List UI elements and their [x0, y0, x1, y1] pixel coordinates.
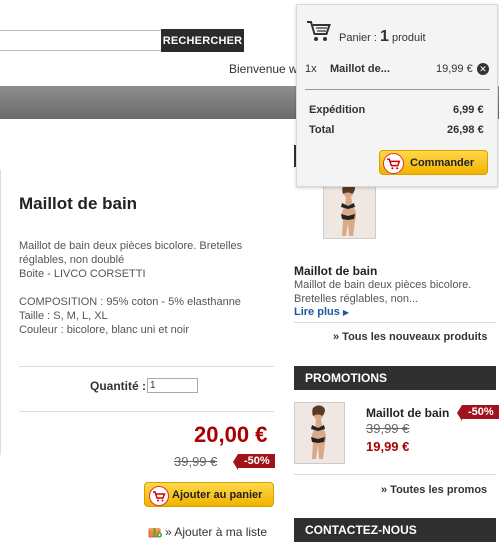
add-to-cart-button[interactable]: Ajouter au panier	[144, 482, 274, 507]
order-button[interactable]: Commander	[379, 150, 488, 175]
product-desc-line: Maillot de bain deux pièces bicolore. Br…	[19, 240, 243, 252]
search-button[interactable]: RECHERCHER	[161, 29, 244, 52]
cart-item-price: 19,99 €	[436, 63, 473, 75]
divider	[19, 366, 274, 367]
remove-item-icon[interactable]: ✕	[477, 63, 489, 75]
discount-badge: -50%	[233, 454, 275, 470]
cart-icon	[306, 19, 332, 46]
read-more-label: Lire plus	[294, 306, 340, 318]
promo-price: 19,99 €	[366, 439, 410, 454]
cart-summary[interactable]: Panier : 1 produit	[339, 28, 426, 46]
cart-item-qty: 1x	[305, 63, 317, 75]
new-product-desc: Maillot de bain deux pièces bicolore.	[294, 279, 472, 291]
read-more-link[interactable]: Lire plus ▶	[294, 306, 349, 318]
divider	[294, 322, 496, 323]
wishlist-link[interactable]: » Ajouter à ma liste	[148, 524, 267, 541]
contact-header: CONTACTEZ-NOUS	[294, 518, 496, 542]
new-product-thumbnail[interactable]	[323, 180, 376, 239]
product-image-icon	[295, 403, 344, 463]
new-product-name[interactable]: Maillot de bain	[294, 264, 377, 278]
cart-icon	[383, 153, 404, 174]
product-composition: COMPOSITION : 95% coton - 5% elasthanne	[19, 296, 241, 308]
product-panel-border	[0, 170, 1, 455]
shipping-value: 6,99 €	[453, 104, 484, 116]
cart-icon	[149, 486, 169, 506]
product-desc-line: Boite - LIVCO CORSETTI	[19, 268, 146, 280]
shipping-label: Expédition	[309, 104, 366, 116]
arrow-right-icon: ▶	[342, 308, 350, 317]
product-colors: Couleur : bicolore, blanc uni et noir	[19, 324, 189, 336]
product-price: 20,00 €	[194, 422, 268, 447]
promo-thumbnail[interactable]	[294, 402, 345, 464]
divider	[19, 411, 274, 412]
cart-divider	[305, 89, 490, 90]
all-new-products-link[interactable]: » Tous les nouveaux produits	[333, 331, 487, 343]
welcome-text: Bienvenue w	[229, 62, 298, 76]
cart-dropdown: Panier : 1 produit 1x Maillot de... 19,9…	[296, 4, 498, 187]
search-input[interactable]	[0, 30, 162, 51]
all-promos-link[interactable]: » Toutes les promos	[381, 484, 487, 496]
total-value: 26,98 €	[447, 124, 484, 136]
promo-old-price: 39,99 €	[366, 421, 410, 436]
total-label: Total	[309, 124, 335, 136]
product-image-icon	[324, 181, 375, 238]
product-title: Maillot de bain	[19, 194, 138, 213]
add-to-cart-label: Ajouter au panier	[172, 489, 263, 501]
product-desc-line: réglables, non doublé	[19, 254, 125, 266]
quantity-label: Quantité :	[90, 379, 146, 393]
cart-label: Panier :	[339, 32, 377, 44]
product-sizes: Taille : S, M, L, XL	[19, 310, 108, 322]
product-old-price: 39,99 €	[174, 454, 218, 469]
wishlist-label: » Ajouter à ma liste	[165, 525, 268, 539]
promo-discount-badge: -50%	[457, 405, 499, 421]
cart-count: 1	[379, 28, 389, 45]
promo-product-name[interactable]: Maillot de bain	[366, 406, 449, 420]
order-button-label: Commander	[410, 157, 475, 169]
divider	[294, 474, 496, 475]
cart-count-unit: produit	[391, 32, 426, 44]
quantity-input[interactable]: 1	[147, 378, 198, 393]
new-product-desc: Bretelles réglables, non...	[294, 293, 419, 305]
cart-item-name[interactable]: Maillot de...	[330, 63, 390, 75]
gift-icon	[148, 524, 162, 541]
promotions-header: PROMOTIONS	[294, 366, 496, 390]
